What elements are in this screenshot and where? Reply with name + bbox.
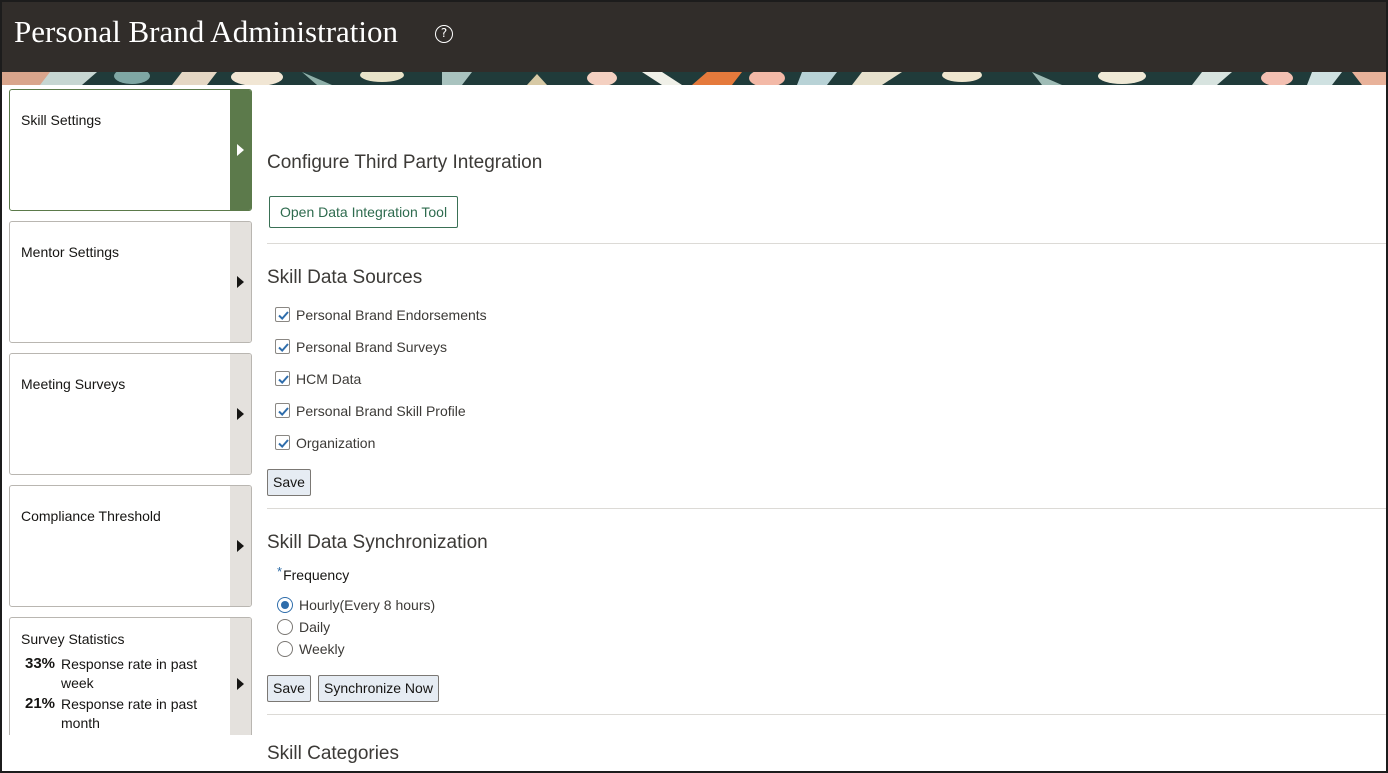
checkbox-label: Personal Brand Skill Profile xyxy=(296,403,466,419)
sidebar-card-label: Compliance Threshold xyxy=(21,508,161,524)
sidebar-card-label: Survey Statistics xyxy=(21,631,125,647)
settings-sidebar: Skill Settings Mentor Settings Meeting S… xyxy=(9,89,252,735)
caret-right-icon xyxy=(237,540,244,552)
caret-right-icon xyxy=(237,276,244,288)
radio-button[interactable] xyxy=(277,619,293,635)
card-selector-strip xyxy=(230,222,251,342)
radio-label: Hourly(Every 8 hours) xyxy=(299,597,436,613)
card-selector-strip xyxy=(230,354,251,474)
radio-button[interactable] xyxy=(277,597,293,613)
section-title-categories: Skill Categories xyxy=(267,743,399,764)
checkbox[interactable] xyxy=(275,371,290,386)
sidebar-card-label: Meeting Surveys xyxy=(21,376,126,392)
stat-value: 33% xyxy=(25,655,56,672)
save-data-sources-button[interactable]: Save xyxy=(267,469,311,496)
decorative-banner xyxy=(2,72,1386,85)
frequency-label: *Frequency xyxy=(277,564,350,583)
card-selector-strip xyxy=(230,90,251,210)
page-title: Personal Brand Administration xyxy=(14,14,399,49)
checkbox[interactable] xyxy=(275,339,290,354)
page-header: Personal Brand Administration ? xyxy=(2,2,1386,72)
app-window: Personal Brand Administration ? Skill Se… xyxy=(0,0,1388,773)
checkbox-label: Personal Brand Surveys xyxy=(296,339,447,355)
radio-label: Daily xyxy=(299,619,331,635)
stat-text: Response rate in past month xyxy=(61,696,198,731)
sidebar-card-meeting-surveys[interactable]: Meeting Surveys xyxy=(9,353,252,475)
required-marker: * xyxy=(277,564,283,579)
checkbox-label: HCM Data xyxy=(296,371,362,387)
card-selector-strip xyxy=(230,486,251,606)
section-divider xyxy=(267,714,1386,715)
frequency-label-text: Frequency xyxy=(283,567,350,583)
open-data-integration-tool-button[interactable]: Open Data Integration Tool xyxy=(269,196,459,228)
checkbox[interactable] xyxy=(275,307,290,322)
sidebar-card-label: Mentor Settings xyxy=(21,244,120,260)
radio-selected-dot xyxy=(281,601,289,609)
radio-label: Weekly xyxy=(299,641,345,657)
caret-right-icon xyxy=(237,678,244,690)
stat-text: Response rate in past week xyxy=(61,656,198,691)
stat-value: 21% xyxy=(25,695,56,712)
help-icon[interactable]: ? xyxy=(435,25,453,43)
card-selector-strip xyxy=(230,618,251,735)
sidebar-card-mentor-settings[interactable]: Mentor Settings xyxy=(9,221,252,343)
save-sync-button[interactable]: Save xyxy=(267,675,311,702)
section-title-data-sources: Skill Data Sources xyxy=(267,267,423,288)
sidebar-card-skill-settings[interactable]: Skill Settings xyxy=(9,89,252,211)
section-divider xyxy=(267,243,1386,244)
section-divider xyxy=(267,508,1386,509)
checkbox[interactable] xyxy=(275,403,290,418)
checkbox[interactable] xyxy=(275,435,290,450)
checkbox-label: Organization xyxy=(296,435,376,451)
main-content: Configure Third Party Integration Open D… xyxy=(267,85,1386,771)
sidebar-card-label: Skill Settings xyxy=(21,112,102,128)
checkbox-label: Personal Brand Endorsements xyxy=(296,307,487,323)
section-title-third-party: Configure Third Party Integration xyxy=(267,152,543,173)
radio-button[interactable] xyxy=(277,641,293,657)
sidebar-card-compliance-threshold[interactable]: Compliance Threshold xyxy=(9,485,252,607)
synchronize-now-button[interactable]: Synchronize Now xyxy=(318,675,439,702)
caret-right-icon xyxy=(237,144,244,156)
sidebar-card-survey-statistics[interactable]: Survey Statistics 33% Response rate in p… xyxy=(9,617,252,735)
section-title-sync: Skill Data Synchronization xyxy=(267,532,488,553)
caret-right-icon xyxy=(237,408,244,420)
